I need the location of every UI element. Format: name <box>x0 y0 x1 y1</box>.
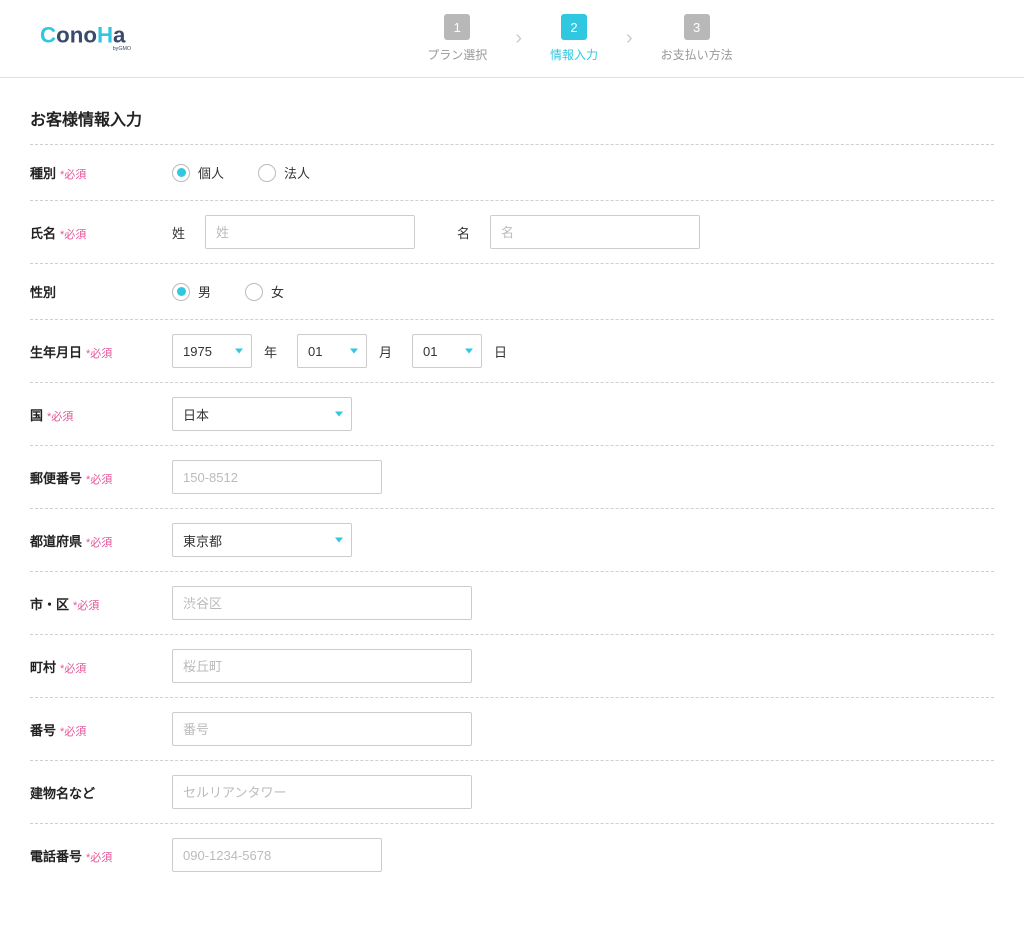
label-name: 氏名 <box>30 226 56 241</box>
svg-text:ConoHa: ConoHa <box>40 22 126 47</box>
radio-corporate[interactable]: 法人 <box>258 163 310 182</box>
radio-icon <box>172 164 190 182</box>
required-mark: *必須 <box>86 537 112 549</box>
step-2-badge: 2 <box>561 14 587 40</box>
building-input[interactable] <box>172 775 472 809</box>
radio-icon <box>245 283 263 301</box>
country-select[interactable]: 日本 <box>172 397 352 431</box>
step-3-label: お支払い方法 <box>661 46 733 63</box>
row-type: 種別 *必須 個人 法人 <box>30 145 994 201</box>
required-mark: *必須 <box>86 852 112 864</box>
step-1: 1 プラン選択 <box>427 14 487 63</box>
required-mark: *必須 <box>60 726 86 738</box>
row-phone: 電話番号 *必須 <box>30 824 994 886</box>
required-mark: *必須 <box>60 663 86 675</box>
chevron-down-icon <box>235 349 243 354</box>
sublabel-month: 月 <box>379 342 392 361</box>
step-3-badge: 3 <box>684 14 710 40</box>
step-1-badge: 1 <box>444 14 470 40</box>
row-prefecture: 都道府県 *必須 東京都 <box>30 509 994 572</box>
label-postal: 郵便番号 <box>30 471 82 486</box>
sublabel-day: 日 <box>494 342 507 361</box>
row-street: 番号 *必須 <box>30 698 994 761</box>
step-2-label: 情報入力 <box>550 46 598 63</box>
row-postal: 郵便番号 *必須 <box>30 446 994 509</box>
chevron-down-icon <box>335 412 343 417</box>
firstname-input[interactable] <box>490 215 700 249</box>
month-select[interactable]: 01 <box>297 334 367 368</box>
required-mark: *必須 <box>86 348 112 360</box>
radio-icon <box>258 164 276 182</box>
label-phone: 電話番号 <box>30 849 82 864</box>
chevron-down-icon <box>335 538 343 543</box>
required-mark: *必須 <box>86 474 112 486</box>
row-name: 氏名 *必須 姓 名 <box>30 201 994 264</box>
row-country: 国 *必須 日本 <box>30 383 994 446</box>
brand-logo: ConoHa byGMO <box>40 20 166 58</box>
header: ConoHa byGMO 1 プラン選択 › 2 情報入力 › 3 お支払い方法 <box>0 0 1024 78</box>
required-mark: *必須 <box>60 169 86 181</box>
sublabel-firstname: 名 <box>457 223 470 242</box>
radio-icon <box>172 283 190 301</box>
row-city: 市・区 *必須 <box>30 572 994 635</box>
row-birth: 生年月日 *必須 1975 年 01 月 01 日 <box>30 320 994 383</box>
radio-individual[interactable]: 個人 <box>172 163 224 182</box>
phone-input[interactable] <box>172 838 382 872</box>
step-1-label: プラン選択 <box>427 46 487 63</box>
sublabel-year: 年 <box>264 342 277 361</box>
label-building: 建物名など <box>30 786 95 801</box>
town-input[interactable] <box>172 649 472 683</box>
label-city: 市・区 <box>30 597 69 612</box>
postal-input[interactable] <box>172 460 382 494</box>
required-mark: *必須 <box>47 411 73 423</box>
sublabel-lastname: 姓 <box>172 223 185 242</box>
label-country: 国 <box>30 408 43 423</box>
chevron-right-icon: › <box>626 27 633 50</box>
chevron-down-icon <box>350 349 358 354</box>
required-mark: *必須 <box>60 229 86 241</box>
row-gender: 性別 男 女 <box>30 264 994 320</box>
progress-steps: 1 プラン選択 › 2 情報入力 › 3 お支払い方法 <box>166 14 994 63</box>
radio-male[interactable]: 男 <box>172 282 211 301</box>
label-type: 種別 <box>30 166 56 181</box>
chevron-right-icon: › <box>515 27 522 50</box>
required-mark: *必須 <box>73 600 99 612</box>
prefecture-select[interactable]: 東京都 <box>172 523 352 557</box>
radio-female[interactable]: 女 <box>245 282 284 301</box>
row-building: 建物名など <box>30 761 994 824</box>
year-select[interactable]: 1975 <box>172 334 252 368</box>
lastname-input[interactable] <box>205 215 415 249</box>
label-birth: 生年月日 <box>30 345 82 360</box>
city-input[interactable] <box>172 586 472 620</box>
label-prefecture: 都道府県 <box>30 534 82 549</box>
label-gender: 性別 <box>30 285 56 300</box>
street-input[interactable] <box>172 712 472 746</box>
label-street: 番号 <box>30 723 56 738</box>
day-select[interactable]: 01 <box>412 334 482 368</box>
page-title: お客様情報入力 <box>30 106 994 145</box>
row-town: 町村 *必須 <box>30 635 994 698</box>
chevron-down-icon <box>465 349 473 354</box>
step-2: 2 情報入力 <box>550 14 598 63</box>
svg-text:byGMO: byGMO <box>113 46 131 52</box>
step-3: 3 お支払い方法 <box>661 14 733 63</box>
label-town: 町村 <box>30 660 56 675</box>
